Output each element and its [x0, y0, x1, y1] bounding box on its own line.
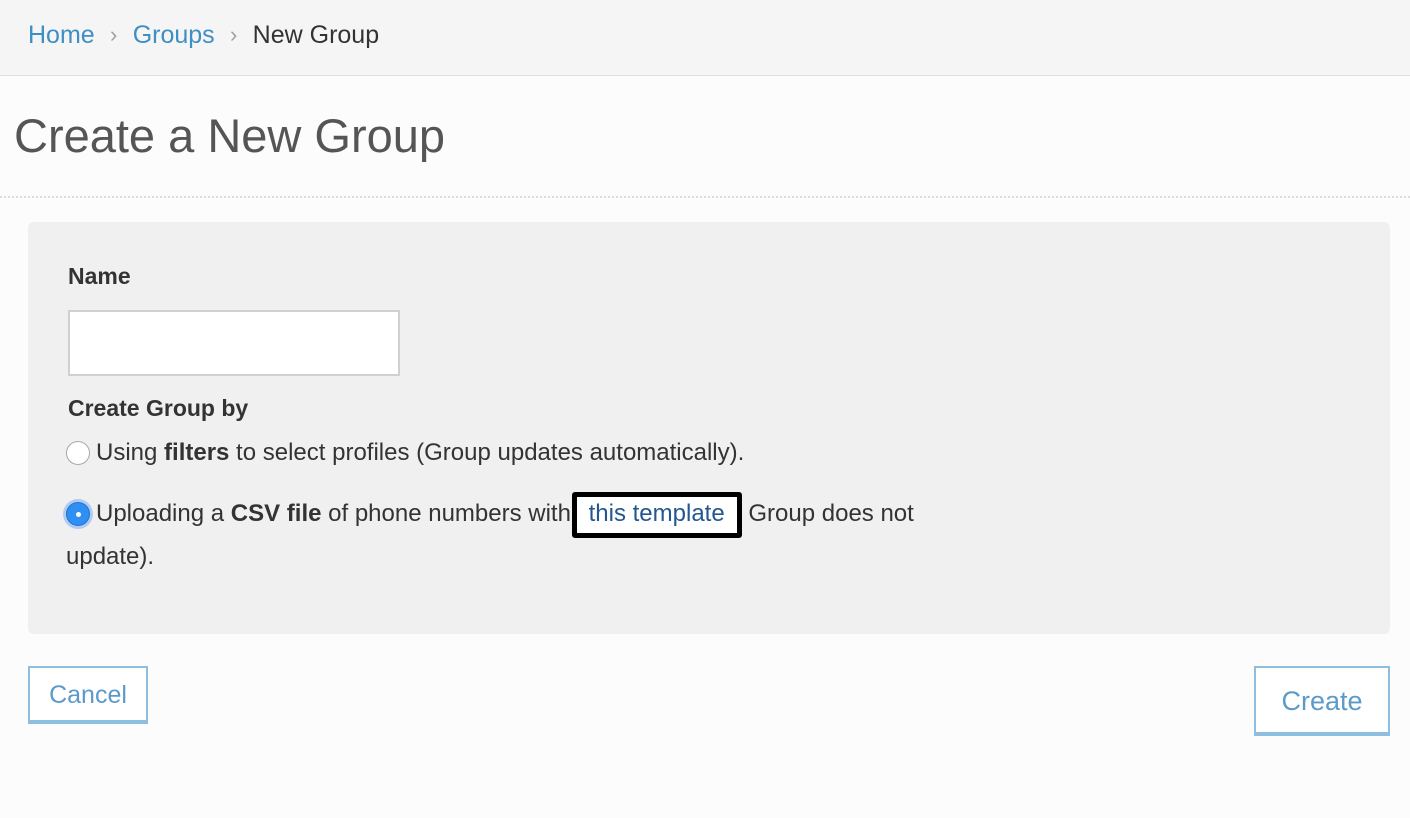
template-link[interactable]: this template	[571, 492, 742, 538]
filters-radio[interactable]	[66, 441, 90, 465]
cancel-button[interactable]: Cancel	[28, 666, 148, 724]
option-csv[interactable]: Uploading a CSV file of phone numbers wi…	[66, 492, 986, 575]
create-button[interactable]: Create	[1254, 666, 1390, 736]
breadcrumb: Home › Groups › New Group	[28, 20, 379, 50]
group-form-panel: Name Create Group by Using filters to se…	[28, 222, 1390, 634]
chevron-right-icon: ›	[230, 22, 238, 47]
breadcrumb-groups-link[interactable]: Groups	[133, 20, 215, 50]
breadcrumb-bar: Home › Groups › New Group	[0, 0, 1410, 76]
csv-radio[interactable]	[66, 502, 90, 526]
breadcrumb-home-link[interactable]: Home	[28, 20, 95, 50]
option-filters-suffix: to select profiles (Group updates automa…	[229, 439, 745, 466]
group-name-input[interactable]	[68, 310, 400, 376]
option-csv-middle: of phone numbers with	[321, 500, 578, 527]
option-filters-prefix: Using	[96, 439, 165, 466]
option-filters[interactable]: Using filters to select profiles (Group …	[66, 434, 744, 471]
create-method-label: Create Group by	[68, 395, 249, 421]
option-csv-bold: CSV file	[230, 500, 322, 527]
option-csv-prefix: Uploading a	[96, 500, 231, 527]
page-title: Create a New Group	[14, 109, 446, 162]
title-divider	[0, 196, 1410, 198]
chevron-right-icon: ›	[110, 22, 118, 47]
breadcrumb-current: New Group	[252, 21, 380, 49]
name-label: Name	[68, 263, 131, 289]
option-filters-bold: filters	[164, 439, 230, 466]
